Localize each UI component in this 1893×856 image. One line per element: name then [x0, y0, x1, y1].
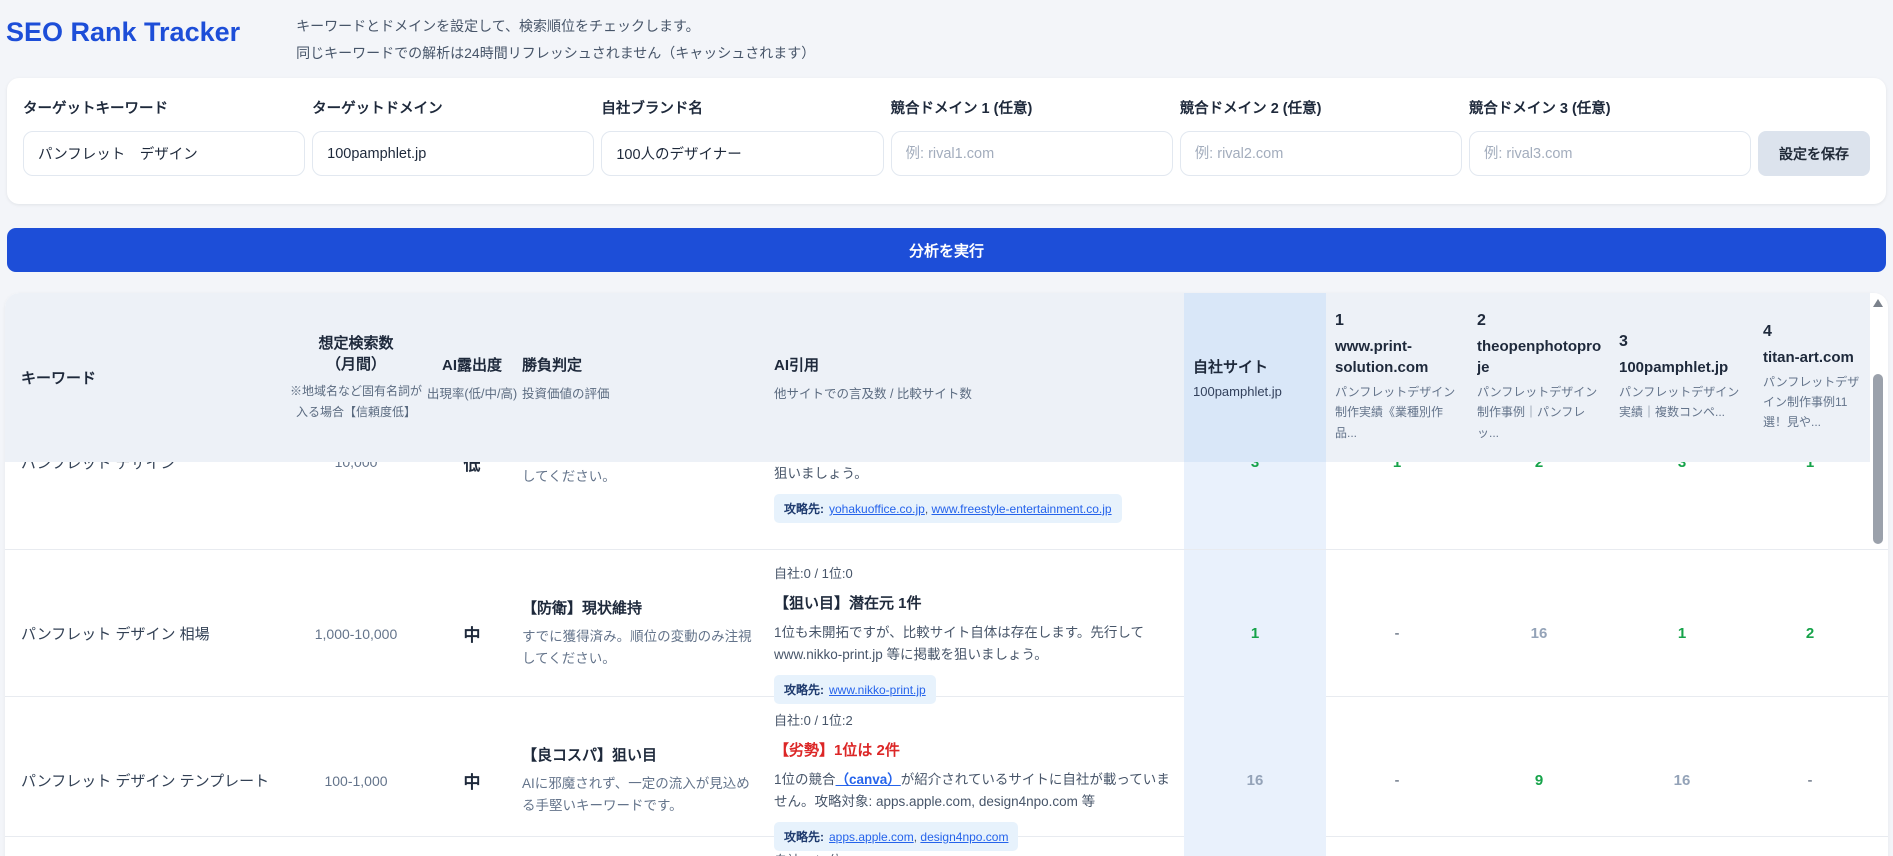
ai-quote-cell: 自社:0 / 1位:1: [774, 837, 1184, 856]
rank-competitor-1: -: [1326, 697, 1468, 856]
verdict-cell: [522, 837, 774, 856]
rank-competitor-2: [1468, 837, 1610, 856]
field-brand-name: 自社ブランド名: [601, 97, 883, 176]
ai-exposure-cell: 中: [422, 697, 522, 856]
verdict-cell: すでに獲得済み。順位の変動のみ注視してください。: [522, 462, 774, 549]
field-target-keyword: ターゲットキーワード: [23, 97, 305, 176]
ai-exposure-cell: 中: [422, 550, 522, 717]
app-description-line2: 同じキーワードでの解析は24時間リフレッシュされません（キャッシュされます）: [296, 40, 815, 67]
search-volume-note: ※地域名など固有名詞が入る場合【信頼度低】: [290, 381, 422, 423]
quote-title: 【劣勢】1位は 2件: [774, 739, 1174, 760]
keyword-cell: [5, 837, 290, 856]
rank-competitor-4: -: [1754, 697, 1866, 856]
quote-stats: 自社:0 / 1位:1: [774, 850, 1174, 856]
rank-competitor-1: [1326, 837, 1468, 856]
save-settings-button[interactable]: 設定を保存: [1758, 131, 1870, 176]
brand-name-input[interactable]: [601, 131, 883, 176]
rank-competitor-4: 2: [1754, 550, 1866, 717]
column-header-verdict: 勝負判定 投資価値の評価: [522, 354, 774, 402]
quote-stats: 自社:0 / 1位:2: [774, 710, 1174, 729]
rank-competitor-3: 16: [1610, 697, 1754, 856]
column-header-ai-exposure: AI露出度 出現率(低/中/高): [422, 354, 522, 402]
rival-domain-2-input[interactable]: [1180, 131, 1462, 176]
rank-competitor-2: 9: [1468, 697, 1610, 856]
field-rival-domain-1: 競合ドメイン 1 (任意): [891, 97, 1173, 176]
column-header-competitor-4: 4 titan-art.com パンフレットデザイン制作事例11選！見や...: [1754, 293, 1866, 462]
rival-domain-1-input[interactable]: [891, 131, 1173, 176]
column-header-keyword: キーワード: [5, 367, 290, 388]
ai-quote-cell: yohakuoffice.co.jp, www.freestyle-entert…: [774, 462, 1184, 549]
search-volume-cell: 1,000-10,000: [290, 550, 422, 717]
vertical-scrollbar[interactable]: [1872, 293, 1884, 856]
field-rival-domain-2: 競合ドメイン 2 (任意): [1180, 97, 1462, 176]
rank-competitor-3: [1610, 837, 1754, 856]
target-domain-input[interactable]: [312, 131, 594, 176]
search-volume-cell: 10,000: [290, 462, 422, 549]
table-row: パンフレット デザイン テンプレート 100-1,000 中 【良コスパ】狙い目…: [5, 697, 1888, 837]
target-site-link[interactable]: yohakuoffice.co.jp: [829, 502, 925, 516]
brand-name-label: 自社ブランド名: [601, 97, 883, 118]
scrollbar-thumb[interactable]: [1873, 374, 1883, 544]
column-header-competitor-3: 3 100pamphlet.jp パンフレットデザイン実績｜複数コンペ...: [1610, 293, 1754, 462]
rival-domain-3-input[interactable]: [1469, 131, 1751, 176]
run-analysis-button[interactable]: 分析を実行: [7, 228, 1886, 272]
rank-own-site: 1: [1184, 550, 1326, 717]
field-rival-domain-3: 競合ドメイン 3 (任意): [1469, 97, 1751, 176]
keyword-cell: パンフレット デザイン 相場: [5, 550, 290, 717]
ai-exposure-cell: [422, 837, 522, 856]
rank-own-site: 16: [1184, 697, 1326, 856]
quote-inline-link[interactable]: （canva）: [836, 772, 901, 787]
ai-quote-cell: 自社:0 / 1位:0 【狙い目】潜在元 1件 1位も未開拓ですが、比較サイト自…: [774, 550, 1184, 717]
rival-domain-1-label: 競合ドメイン 1 (任意): [891, 97, 1173, 118]
target-site-link[interactable]: www.freestyle-entertainment.co.jp: [932, 502, 1112, 516]
verdict-cell: 【良コスパ】狙い目 AIに邪魔されず、一定の流入が見込める手堅いキーワードです。: [522, 697, 774, 856]
column-header-competitor-1: 1 www.print-solution.com パンフレットデザイン制作実績《…: [1326, 293, 1468, 462]
quote-stats: 自社:0 / 1位:0: [774, 563, 1174, 582]
target-keyword-label: ターゲットキーワード: [23, 97, 305, 118]
rank-competitor-2: 2: [1468, 462, 1610, 549]
field-target-domain: ターゲットドメイン: [312, 97, 594, 176]
table-header-row: キーワード 想定検索数 （月間） ※地域名など固有名詞が入る場合【信頼度低】 A…: [5, 293, 1870, 462]
target-domain-label: ターゲットドメイン: [312, 97, 594, 118]
own-site-domain: 100pamphlet.jp: [1193, 384, 1326, 399]
verdict-cell: 【防衛】現状維持 すでに獲得済み。順位の変動のみ注視してください。: [522, 550, 774, 717]
rank-competitor-1: 1: [1326, 462, 1468, 549]
table-row: パンフレット デザイン 10,000 低 すでに獲得済み。順位の変動のみ注視して…: [5, 462, 1888, 550]
table-body: パンフレット デザイン 10,000 低 すでに獲得済み。順位の変動のみ注視して…: [5, 462, 1888, 856]
search-volume-cell: 100-1,000: [290, 697, 422, 856]
app-description: キーワードとドメインを設定して、検索順位をチェックします。 同じキーワードでの解…: [296, 10, 815, 66]
target-site-link[interactable]: www.nikko-print.jp: [829, 683, 926, 697]
target-keyword-input[interactable]: [23, 131, 305, 176]
column-header-ai-quote: AI引用 他サイトでの言及数 / 比較サイト数: [774, 354, 1184, 402]
rank-competitor-1: -: [1326, 550, 1468, 717]
column-header-search-volume: 想定検索数 （月間） ※地域名など固有名詞が入る場合【信頼度低】: [290, 332, 422, 423]
ai-quote-cell: 自社:0 / 1位:2 【劣勢】1位は 2件 1位の競合（canva）が紹介され…: [774, 697, 1184, 856]
column-header-own-site: 自社サイト 100pamphlet.jp: [1184, 293, 1326, 462]
search-volume-cell: [290, 837, 422, 856]
target-sites-chip: 攻略先:yohakuoffice.co.jp, www.freestyle-en…: [774, 494, 1122, 523]
rank-own-site: 3: [1184, 462, 1326, 549]
page-title: SEO Rank Tracker: [6, 17, 240, 48]
ai-exposure-cell: 低: [422, 462, 522, 549]
rank-competitor-3: 1: [1610, 550, 1754, 717]
table-row: パンフレット デザイン 相場 1,000-10,000 中 【防衛】現状維持 す…: [5, 550, 1888, 697]
rank-competitor-3: 3: [1610, 462, 1754, 549]
rival-domain-3-label: 競合ドメイン 3 (任意): [1469, 97, 1751, 118]
column-header-competitor-2: 2 theopenphotoproje パンフレットデザイン制作事例｜パンフレッ…: [1468, 293, 1610, 462]
rank-competitor-2: 16: [1468, 550, 1610, 717]
rank-own-site: [1184, 837, 1326, 856]
quote-title: 【狙い目】潜在元 1件: [774, 592, 1174, 613]
keyword-cell: パンフレット デザイン テンプレート: [5, 697, 290, 856]
results-table: キーワード 想定検索数 （月間） ※地域名など固有名詞が入る場合【信頼度低】 A…: [5, 293, 1888, 856]
rank-competitor-4: [1754, 837, 1866, 856]
scrollbar-up-arrow-icon[interactable]: [1873, 299, 1883, 307]
app-description-line1: キーワードとドメインを設定して、検索順位をチェックします。: [296, 13, 815, 40]
top-bar: SEO Rank Tracker キーワードとドメインを設定して、検索順位をチェ…: [0, 0, 1893, 78]
rival-domain-2-label: 競合ドメイン 2 (任意): [1180, 97, 1462, 118]
table-row: 自社:0 / 1位:1: [5, 837, 1888, 856]
rank-competitor-4: 1: [1754, 462, 1866, 549]
settings-card: ターゲットキーワード ターゲットドメイン 自社ブランド名 競合ドメイン 1 (任…: [7, 78, 1886, 204]
keyword-cell: パンフレット デザイン: [5, 462, 290, 549]
